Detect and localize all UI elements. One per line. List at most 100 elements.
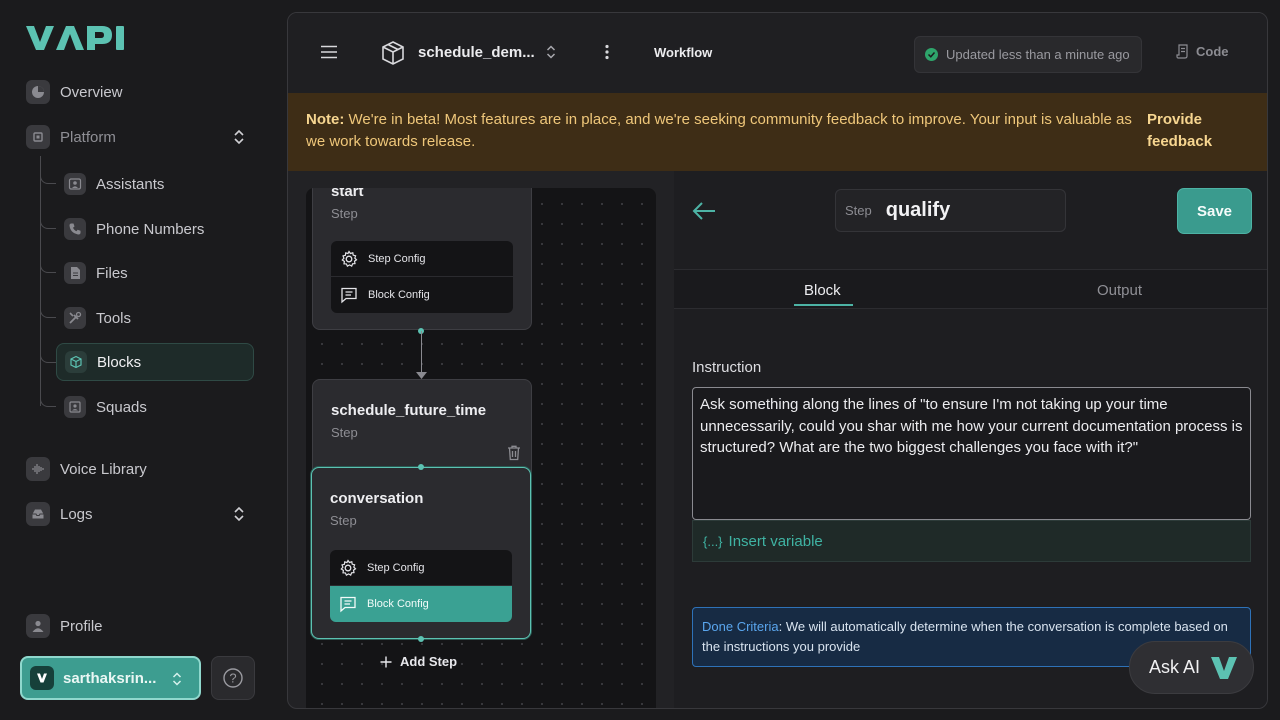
add-step-button[interactable]: Add Step <box>380 654 457 669</box>
nav-voice-library[interactable]: Voice Library <box>26 454 147 484</box>
block-config-label: Block Config <box>368 289 430 301</box>
step-config-label: Step Config <box>368 252 426 265</box>
file-icon <box>64 262 86 284</box>
assistant-icon <box>64 173 86 195</box>
tree-branch <box>40 170 56 184</box>
top-bar: schedule_dem... Workflow Updated less th… <box>288 13 1267 93</box>
sidebar-item-label: Files <box>96 264 128 282</box>
nav-profile-label: Profile <box>60 617 103 635</box>
code-button[interactable]: Code <box>1176 44 1229 59</box>
sidebar-item-phone-numbers[interactable]: Phone Numbers <box>56 210 254 248</box>
help-circle-icon: ? <box>223 668 243 688</box>
sidebar-item-blocks[interactable]: Blocks <box>56 343 254 381</box>
sidebar-item-label: Phone Numbers <box>96 220 205 238</box>
beta-message: Note: We're in beta! Most features are i… <box>306 109 1146 153</box>
inbox-icon <box>26 502 50 526</box>
nav-profile[interactable]: Profile <box>26 611 103 641</box>
node-title: conversation <box>330 490 424 507</box>
arrow-left-icon[interactable] <box>692 201 716 221</box>
step-config-button[interactable]: Step Config <box>331 241 513 277</box>
beta-message-text: We're in beta! Most features are in plac… <box>306 111 1132 150</box>
gear-icon <box>340 558 357 576</box>
menu-icon[interactable] <box>320 45 338 59</box>
tab-output[interactable]: Output <box>1097 282 1142 299</box>
sidebar: Overview Platform Assistants Phone Numbe… <box>0 0 286 720</box>
block-config-button[interactable]: Block Config <box>331 277 513 313</box>
nav-platform-label: Platform <box>60 128 116 146</box>
nav-platform[interactable]: Platform <box>26 122 256 152</box>
tree-branch <box>40 304 56 318</box>
help-label: ? <box>229 671 236 686</box>
main-panel: schedule_dem... Workflow Updated less th… <box>287 12 1268 709</box>
node-port[interactable] <box>418 636 424 642</box>
node-title: start <box>331 188 364 200</box>
tree-line <box>40 156 41 406</box>
nav-logs[interactable]: Logs <box>26 499 93 529</box>
sidebar-item-label: Tools <box>96 309 132 327</box>
workflow-label: Workflow <box>654 45 713 60</box>
more-vertical-icon[interactable] <box>604 44 610 60</box>
vapi-mark-icon <box>1211 656 1238 679</box>
step-config-button[interactable]: Step Config <box>330 550 512 586</box>
step-name-label: Step <box>845 203 872 218</box>
sidebar-item-tools[interactable]: Tools <box>56 299 254 337</box>
sidebar-item-label: Squads <box>96 398 147 416</box>
node-subtitle: Step <box>331 425 358 440</box>
waveform-icon <box>26 457 50 481</box>
node-subtitle: Step <box>331 206 358 221</box>
package-icon <box>382 41 404 65</box>
sidebar-item-assistants[interactable]: Assistants <box>56 165 254 203</box>
tools-icon <box>64 307 86 329</box>
cube-icon <box>65 351 87 373</box>
ask-ai-label: Ask AI <box>1149 657 1201 677</box>
tree-branch <box>40 349 56 363</box>
block-config-button[interactable]: Block Config <box>330 586 512 622</box>
user-icon <box>26 614 50 638</box>
step-name-value[interactable]: qualify <box>886 199 950 222</box>
nav-overview-label: Overview <box>60 83 123 101</box>
trash-icon[interactable] <box>507 445 521 461</box>
tree-branch <box>40 393 56 407</box>
pie-chart-icon <box>26 80 50 104</box>
tab-block[interactable]: Block <box>804 282 841 299</box>
step-node-conversation[interactable]: conversation Step Step Config Block Conf… <box>311 467 531 639</box>
insert-variable-button[interactable]: {...} Insert variable <box>692 520 1251 562</box>
message-square-icon <box>341 287 357 304</box>
nav-logs-label: Logs <box>60 505 93 523</box>
scroll-icon <box>1176 44 1188 59</box>
instruction-textarea[interactable]: Ask something along the lines of "to ens… <box>692 387 1251 520</box>
message-square-icon <box>340 596 356 613</box>
beta-note-label: Note: <box>306 111 345 128</box>
account-switcher[interactable]: sarthaksrin... <box>20 656 201 700</box>
account-name: sarthaksrin... <box>63 669 157 687</box>
sidebar-item-squads[interactable]: Squads <box>56 388 254 426</box>
variable-braces-icon: {...} <box>703 533 723 549</box>
sidebar-item-files[interactable]: Files <box>56 254 254 292</box>
node-title: schedule_future_time <box>331 402 487 419</box>
step-name-field[interactable]: Step qualify <box>835 189 1066 232</box>
chevron-up-down-icon[interactable] <box>232 506 246 522</box>
help-button[interactable]: ? <box>211 656 255 700</box>
chevron-up-down-icon[interactable] <box>232 129 246 145</box>
code-label: Code <box>1196 44 1229 59</box>
project-name[interactable]: schedule_dem... <box>418 44 535 61</box>
save-status: Updated less than a minute ago <box>914 36 1142 73</box>
node-port[interactable] <box>418 464 424 470</box>
chevron-up-down-icon[interactable] <box>545 44 557 60</box>
workflow-canvas[interactable]: start Step Step Config Block Config sche… <box>306 188 656 708</box>
ask-ai-button[interactable]: Ask AI <box>1129 641 1254 694</box>
provide-feedback-link[interactable]: Provide feedback <box>1147 109 1247 153</box>
chevron-up-down-icon <box>172 672 182 686</box>
squads-icon <box>64 396 86 418</box>
step-node-start[interactable]: start Step Step Config Block Config <box>312 188 532 330</box>
plus-icon <box>380 656 392 667</box>
vapi-logo[interactable] <box>26 24 128 52</box>
sidebar-item-label: Assistants <box>96 175 165 193</box>
edge-connector <box>421 331 422 375</box>
active-tab-indicator <box>794 304 853 306</box>
editor-tabs: Block Output <box>674 269 1267 309</box>
nav-overview[interactable]: Overview <box>26 77 123 107</box>
gear-icon <box>341 249 358 267</box>
save-button[interactable]: Save <box>1177 188 1252 234</box>
check-circle-icon <box>925 48 938 61</box>
